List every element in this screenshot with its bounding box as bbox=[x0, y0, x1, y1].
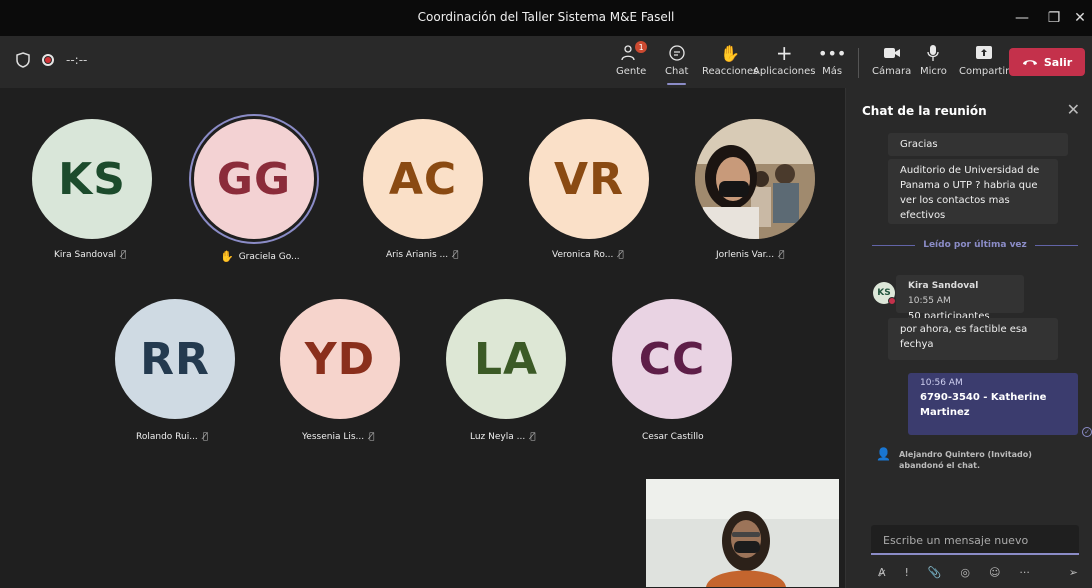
more-button[interactable]: ••• Más bbox=[818, 42, 847, 78]
self-video-preview[interactable] bbox=[646, 479, 839, 587]
avatar: CC bbox=[612, 299, 732, 419]
avatar: YD bbox=[280, 299, 400, 419]
meeting-chat-panel: Chat de la reunión ✕ Gracias Auditorio d… bbox=[845, 88, 1092, 588]
more-icon[interactable]: ··· bbox=[1019, 566, 1030, 579]
maximize-icon[interactable]: ❐ bbox=[1040, 6, 1068, 30]
chat-button[interactable]: Chat bbox=[665, 42, 688, 85]
reactions-button[interactable]: ✋ Reacciones bbox=[702, 42, 758, 78]
apps-button[interactable]: + Aplicaciones bbox=[753, 41, 815, 77]
participant-photo bbox=[695, 119, 815, 239]
microphone-button[interactable]: Micro bbox=[920, 42, 947, 77]
close-icon[interactable]: ✕ bbox=[1067, 100, 1080, 119]
seen-icon: ✓ bbox=[1082, 427, 1092, 437]
avatar: VR bbox=[529, 119, 649, 239]
mic-off-icon: 🎙̸ bbox=[202, 432, 209, 442]
video-stage: KS Kira Sandoval 🎙̸ GG ✋ Graciela Go... AC… bbox=[0, 88, 845, 588]
participant-name: Yessenia Lis... bbox=[302, 432, 365, 442]
chat-message: Kira Sandoval 10:55 AM 50 participantes bbox=[896, 275, 1024, 322]
mic-off-icon: 🎙̸ bbox=[530, 432, 536, 442]
raise-hand-icon: ✋ bbox=[220, 250, 234, 263]
participant-name: Graciela Go... bbox=[238, 251, 300, 262]
mic-off-icon: 🎙̸ bbox=[779, 250, 785, 260]
share-icon bbox=[975, 42, 993, 64]
attach-icon[interactable]: 📎 bbox=[928, 566, 942, 579]
camera-button[interactable]: Cámara bbox=[872, 42, 911, 77]
raise-hand-icon: ✋ bbox=[720, 43, 741, 63]
loop-icon[interactable]: ◎ bbox=[960, 566, 970, 579]
people-badge: 1 bbox=[635, 41, 648, 53]
mic-off-icon: 🎙̸ bbox=[369, 432, 375, 442]
participant-name: Rolando Rui... bbox=[136, 432, 198, 442]
important-icon[interactable]: ! bbox=[904, 566, 908, 579]
people-icon: 1 bbox=[621, 41, 648, 64]
window-title: Coordinación del Taller Sistema M&E Fase… bbox=[417, 10, 675, 24]
emoji-icon[interactable]: ☺ bbox=[989, 566, 1000, 579]
last-read-divider: Leído por última vez bbox=[872, 240, 1078, 250]
avatar: KS bbox=[32, 119, 152, 239]
recording-icon bbox=[42, 54, 54, 66]
chat-header: Chat de la reunión bbox=[862, 104, 987, 118]
more-icon: ••• bbox=[818, 43, 847, 63]
leave-button[interactable]: Salir bbox=[1009, 48, 1085, 76]
shield-icon[interactable] bbox=[16, 52, 30, 68]
hang-up-icon bbox=[1022, 56, 1038, 69]
avatar: KS bbox=[873, 282, 896, 305]
title-bar: Coordinación del Taller Sistema M&E Fase… bbox=[0, 0, 1092, 36]
send-icon[interactable]: ➢ bbox=[1069, 566, 1078, 579]
camera-icon bbox=[883, 42, 901, 64]
minimize-icon[interactable]: — bbox=[1008, 6, 1036, 30]
participant-name: Cesar Castillo bbox=[642, 432, 704, 442]
mic-off-icon: 🎙̸ bbox=[453, 250, 459, 260]
system-message: 👤 Alejandro Quintero (Invitado) abandonó… bbox=[876, 447, 1032, 470]
meeting-timer: --:-- bbox=[66, 53, 88, 67]
share-button[interactable]: Compartir bbox=[959, 42, 1009, 77]
message-time: 10:55 AM bbox=[908, 296, 951, 306]
avatar: LA bbox=[446, 299, 566, 419]
sender-name: Kira Sandoval bbox=[908, 281, 979, 291]
mic-off-icon: 🎙̸ bbox=[618, 250, 624, 260]
my-chat-message: 10:56 AM 6790-3540 - Katherine Martinez bbox=[908, 373, 1078, 435]
chat-message: Auditorio de Universidad de Panama o UTP… bbox=[888, 159, 1058, 224]
status-icon bbox=[888, 297, 896, 305]
person-leave-icon: 👤 bbox=[876, 447, 891, 461]
avatar: GG bbox=[194, 119, 314, 239]
close-icon[interactable]: ✕ bbox=[1066, 6, 1092, 30]
active-tab-indicator bbox=[667, 83, 687, 85]
chat-icon bbox=[668, 42, 686, 64]
participant-name: Veronica Ro... bbox=[552, 250, 614, 260]
avatar: AC bbox=[363, 119, 483, 239]
chat-message: por ahora, es factible esa fechya bbox=[888, 318, 1058, 360]
format-icon[interactable]: A̷ bbox=[878, 566, 886, 579]
microphone-icon bbox=[926, 42, 940, 64]
plus-icon: + bbox=[775, 41, 793, 65]
meeting-toolbar: --:-- 1 Gente Chat ✋ Reacciones + Aplica… bbox=[0, 36, 1092, 88]
participant-name: Jorlenis Var... bbox=[716, 250, 775, 260]
message-input[interactable]: Escribe un mensaje nuevo bbox=[871, 525, 1079, 555]
chat-message: Gracias bbox=[888, 133, 1068, 156]
mic-off-icon: 🎙̸ bbox=[120, 250, 127, 260]
participant-name: Kira Sandoval bbox=[54, 250, 116, 260]
toolbar-divider bbox=[858, 48, 859, 78]
avatar: RR bbox=[115, 299, 235, 419]
participant-name: Aris Arianis ... bbox=[386, 250, 449, 260]
people-button[interactable]: 1 Gente bbox=[616, 41, 648, 77]
compose-toolbar: A̷ ! 📎 ◎ ☺ ··· ➢ bbox=[878, 566, 1078, 579]
participant-name: Luz Neyla ... bbox=[470, 432, 526, 442]
